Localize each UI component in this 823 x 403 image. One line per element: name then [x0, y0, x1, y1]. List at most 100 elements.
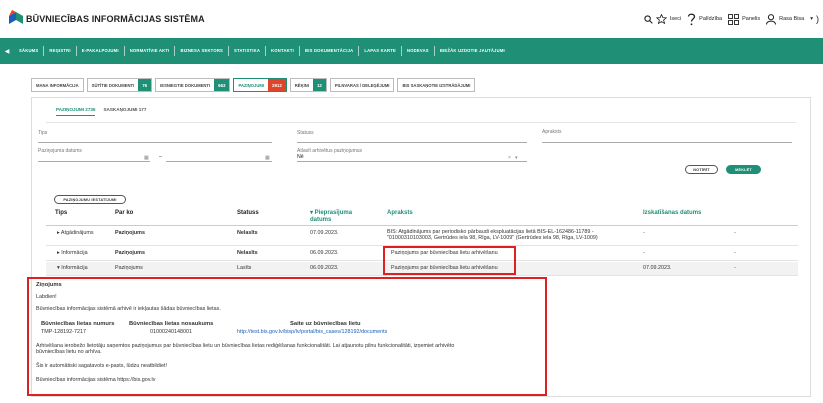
chevron-down-icon[interactable]: ▾ — [810, 16, 813, 22]
panel-label[interactable]: Panelis — [742, 16, 760, 22]
apraksts-field[interactable] — [542, 142, 792, 143]
tips-label: Tips — [38, 130, 48, 136]
message-col-numurs: Būvniecības lietas numurs — [41, 321, 115, 327]
nav-item-bis-dokumentacija[interactable]: BIS DOKUMENTĀCIJA — [300, 46, 360, 56]
sub-tabs: PAZIŅOJUMI 2735 SASKAŅOJUMI 177 — [56, 107, 146, 116]
grid-icon[interactable] — [728, 13, 740, 25]
cell-statuss: Lasīts — [237, 265, 252, 271]
search-button[interactable]: MEKLĒT — [726, 165, 761, 174]
main-nav: ◀ SĀKUMS REĢISTRI E-PAKALPOJUMI NORMATĪV… — [0, 38, 823, 64]
star-icon[interactable] — [655, 14, 667, 24]
tab-mana-informacija[interactable]: MANA INFORMĀCIJA — [31, 78, 84, 92]
nav-item-biznesa-sektors[interactable]: BIZNESA SEKTORS — [175, 46, 230, 56]
nav-item-nodevas[interactable]: NODEVAS — [402, 46, 435, 56]
col-pieprasijuma-datums[interactable]: ▾ Pieprasījuma datums — [310, 210, 360, 224]
tab-label: PAZIŅOJUMI — [238, 82, 264, 88]
nav-item-statistika[interactable]: STATISTIKA — [229, 46, 267, 56]
tab-label: IESNIEGTIE DOKUMENTI — [160, 82, 211, 88]
cell-extra: - — [734, 230, 736, 236]
tab-saskanotie-izstradajumi[interactable]: BIS SASKAŅOTIE IZSTRĀDĀJUMI — [397, 78, 476, 92]
table-header: Tips Par ko Statuss ▾ Pieprasījuma datum… — [46, 208, 798, 226]
date-from-field[interactable] — [38, 161, 150, 162]
cell-par-ko: Paziņojums — [115, 265, 143, 271]
cell-extra: - — [734, 265, 736, 271]
tab-iesniegtie-dokumenti[interactable]: IESNIEGTIE DOKUMENTI 663 — [155, 78, 231, 92]
message-auto-note: Šis ir automātiski sagatavots e-pasts, l… — [36, 363, 167, 369]
tab-label: SŪTĪTIE DOKUMENTI — [91, 82, 135, 88]
tab-sutitie-dokumenti[interactable]: SŪTĪTIE DOKUMENTI 76 — [86, 78, 153, 92]
tab-label: RĒĶINI — [294, 82, 309, 88]
header-actions: Iseci Palīdzība Panelis Rasa Bisa ▾ ) — [644, 11, 819, 27]
nav-item-sakums[interactable]: SĀKUMS — [14, 46, 45, 56]
message-intro: Būvniecības informācijas sistēmā arhivē … — [36, 306, 221, 312]
close-paren-glyph: ) — [816, 14, 819, 24]
subtab-pazinojumi[interactable]: PAZIŅOJUMI 2735 — [56, 107, 96, 116]
tab-label: BIS SASKAŅOTIE IZSTRĀDĀJUMI — [402, 82, 471, 88]
tab-rekini[interactable]: RĒĶINI 12 — [289, 78, 327, 92]
tab-pilnvaras[interactable]: PILNVARAS / DELEĢĒJUMI — [329, 78, 395, 92]
count-badge: 2912 — [268, 79, 286, 91]
col-statuss[interactable]: Statuss — [237, 210, 259, 216]
cell-datums: 07.09.2023. — [310, 230, 339, 236]
table-row[interactable]: ▸ Atgādinājums Paziņojums Nelasīts 07.09… — [46, 227, 798, 246]
count-badge: 12 — [312, 79, 326, 91]
notification-settings-button[interactable]: PAZIŅOJUMU IESTATĪJUMI — [54, 195, 126, 204]
nav-item-e-pakalpojumi[interactable]: E-PAKALPOJUMI — [77, 46, 125, 56]
tab-label: MANA INFORMĀCIJA — [36, 82, 79, 88]
cell-izsk-datums: - — [643, 250, 645, 256]
statuss-field[interactable] — [297, 142, 527, 143]
col-apraksts[interactable]: Apraksts — [387, 210, 413, 216]
message-signature: Būvniecības informācijas sistēma https:/… — [36, 377, 156, 383]
tab-pazinojumi[interactable]: PAZIŅOJUMI 2912 — [233, 78, 287, 92]
message-val-numurs: TMP-128192-7217 — [41, 329, 86, 335]
nav-item-registri[interactable]: REĢISTRI — [44, 46, 77, 56]
message-greeting: Labdien! — [36, 294, 57, 300]
help-label[interactable]: Palīdzība — [699, 16, 722, 22]
bis-logo-icon[interactable] — [9, 10, 23, 26]
user-icon[interactable] — [766, 13, 777, 25]
cell-izsk-datums: 07.09.2023. — [643, 265, 672, 271]
date-to-field[interactable] — [166, 161, 272, 162]
cell-tips[interactable]: ▸ Informācija — [57, 250, 88, 257]
document-tabs: MANA INFORMĀCIJA SŪTĪTIE DOKUMENTI 76 IE… — [31, 78, 476, 92]
search-icon[interactable] — [644, 14, 653, 24]
cell-statuss: Nelasīts — [237, 250, 258, 256]
cell-datums: 06.09.2023. — [310, 250, 339, 256]
cell-apraksts-line2: "01000310103003, Gertrūdes iela 98, Rīga… — [387, 235, 598, 241]
arhivetie-label: Atlasīt arhivētus paziņojumus — [297, 148, 363, 154]
message-col-nosaukums: Būvniecības lietas nosaukums — [129, 321, 214, 327]
cell-extra: - — [734, 250, 736, 256]
col-par-ko[interactable]: Par ko — [115, 210, 133, 216]
search-label[interactable]: Iseci — [670, 16, 681, 22]
notifications-panel: PAZIŅOJUMI 2735 SASKAŅOJUMI 177 Tips Sta… — [27, 97, 811, 397]
arhivetie-select-value[interactable]: Nē — [297, 154, 304, 160]
nav-left-arrow-icon[interactable]: ◀ — [0, 38, 14, 64]
arhivetie-select[interactable] — [297, 161, 527, 162]
app-title[interactable]: BŪVNIECĪBAS INFORMĀCIJAS SISTĒMA — [26, 14, 205, 24]
nav-item-lapas-karte[interactable]: LAPAS KARTE — [359, 46, 402, 56]
message-case-link[interactable]: http://test.bis.gov.lv/bisp/lv/portal/bi… — [237, 329, 387, 335]
calendar-icon[interactable]: ▦ — [144, 155, 149, 161]
cell-tips[interactable]: ▸ Atgādinājums — [57, 230, 94, 237]
cell-par-ko: Paziņojums — [115, 230, 145, 236]
col-tips[interactable]: Tips — [55, 210, 67, 216]
apraksts-label: Apraksts — [542, 129, 562, 135]
app-header: BŪVNIECĪBAS INFORMĀCIJAS SISTĒMA Iseci P… — [0, 0, 823, 38]
calendar-icon[interactable]: ▦ — [265, 155, 270, 161]
nav-item-kontakti[interactable]: KONTAKTI — [266, 46, 301, 56]
nav-item-buj[interactable]: BIEŽĀK UZDOTIE JAUTĀJUMI — [435, 46, 510, 56]
col-izskatisanas-datums[interactable]: Izskatīšanas datums — [643, 210, 701, 216]
count-badge: 76 — [138, 79, 152, 91]
help-icon[interactable] — [687, 13, 696, 26]
statuss-label: Statuss — [297, 130, 314, 136]
nav-item-normativie-akti[interactable]: NORMATĪVIE AKTI — [125, 46, 176, 56]
user-name[interactable]: Rasa Bisa — [779, 16, 804, 22]
tips-field[interactable] — [38, 142, 272, 143]
message-body-2: būvniecības lietu no arhīva. — [36, 349, 102, 355]
cell-izsk-datums: - — [643, 230, 645, 236]
clear-button[interactable]: NOTĪRĪT — [685, 165, 718, 174]
divider — [46, 122, 796, 123]
cell-tips[interactable]: ▾ Informācija — [57, 265, 88, 272]
message-title: Ziņojums — [36, 282, 62, 288]
subtab-saskanojumi[interactable]: SASKAŅOJUMI 177 — [103, 107, 146, 116]
